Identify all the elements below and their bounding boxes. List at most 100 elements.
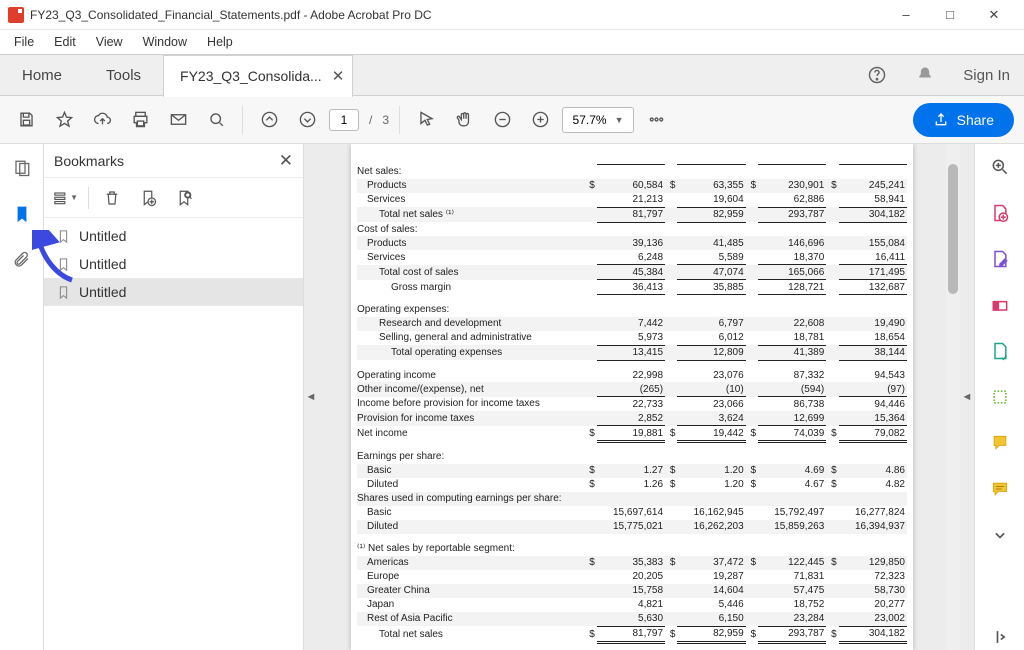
table-row: Services21,21319,60462,88658,941 — [357, 193, 907, 208]
bookmarks-close-button[interactable]: ✕ — [279, 151, 293, 171]
zoom-out-button[interactable] — [486, 104, 518, 136]
menu-edit[interactable]: Edit — [44, 32, 86, 52]
table-row: Other income/(expense), net(265)(10)(594… — [357, 382, 907, 397]
table-row: Diluted$1.26$1.20$4.67$4.82 — [357, 478, 907, 492]
tab-document-close-icon[interactable]: ✕ — [332, 67, 345, 85]
menu-view[interactable]: View — [86, 32, 133, 52]
bookmarks-toolbar: ▼ — [44, 178, 303, 218]
app-tabs: Home Tools FY23_Q3_Consolida... ✕ Sign I… — [0, 54, 1024, 96]
table-row: Selling, general and administrative5,973… — [357, 331, 907, 346]
share-button[interactable]: Share — [913, 103, 1014, 137]
table-row: Diluted15,775,02116,262,20315,859,26316,… — [357, 520, 907, 534]
financial-table: Net sales:Products$60,584$63,355$230,901… — [357, 150, 907, 644]
new-bookmark-button[interactable] — [135, 185, 161, 211]
scrollbar-thumb[interactable] — [948, 164, 958, 294]
print-button[interactable] — [124, 104, 156, 136]
page-number-input[interactable] — [329, 109, 359, 131]
table-row: Operating expenses: — [357, 303, 907, 317]
delete-bookmark-button[interactable] — [99, 185, 125, 211]
table-row: Greater China15,75814,60457,47558,730 — [357, 584, 907, 598]
left-nav-rail — [0, 144, 44, 650]
minimize-button[interactable]: – — [884, 0, 928, 30]
sign-in-button[interactable]: Sign In — [949, 67, 1024, 84]
table-row: Net sales: — [357, 165, 907, 179]
find-button[interactable] — [200, 104, 232, 136]
table-row: Gross margin36,41335,885128,721132,687 — [357, 280, 907, 295]
bookmarks-panel: Bookmarks ✕ ▼ UntitledUntitledUntitled — [44, 144, 304, 650]
right-tool-rail — [974, 144, 1024, 650]
table-row: Americas$35,383$37,472$122,445$129,850 — [357, 556, 907, 570]
table-row: Operating income22,99823,07687,33294,543 — [357, 368, 907, 382]
page-separator: / — [369, 113, 372, 127]
table-row: Provision for income taxes2,8523,62412,6… — [357, 411, 907, 426]
edit-pdf-tool-icon[interactable] — [987, 246, 1013, 272]
table-row: Products39,13641,485146,696155,084 — [357, 236, 907, 250]
comment-tool-icon[interactable] — [987, 430, 1013, 456]
menu-window[interactable]: Window — [133, 32, 197, 52]
table-row: Japan4,8215,44618,75220,277 — [357, 598, 907, 612]
more-tools-button[interactable] — [640, 104, 672, 136]
chevron-down-icon[interactable] — [987, 522, 1013, 548]
create-pdf-tool-icon[interactable] — [987, 200, 1013, 226]
bookmark-item[interactable]: Untitled — [44, 278, 303, 306]
export-pdf-tool-icon[interactable] — [987, 292, 1013, 318]
bookmark-item[interactable]: Untitled — [44, 222, 303, 250]
cloud-upload-button[interactable] — [86, 104, 118, 136]
tab-home[interactable]: Home — [0, 54, 84, 96]
search-tool-icon[interactable] — [987, 154, 1013, 180]
selection-tool-button[interactable] — [410, 104, 442, 136]
hand-tool-button[interactable] — [448, 104, 480, 136]
zoom-level-select[interactable]: 57.7%▼ — [562, 107, 634, 133]
document-viewport[interactable]: Net sales:Products$60,584$63,355$230,901… — [318, 144, 946, 650]
organize-tool-icon[interactable] — [987, 338, 1013, 364]
tab-document-label: FY23_Q3_Consolida... — [180, 68, 322, 84]
table-row: Total cost of sales45,38447,074165,06617… — [357, 265, 907, 280]
star-button[interactable] — [48, 104, 80, 136]
bookmark-item[interactable]: Untitled — [44, 250, 303, 278]
save-button[interactable] — [10, 104, 42, 136]
table-row: Total operating expenses13,41512,80941,3… — [357, 345, 907, 360]
table-row: Services6,2485,58918,37016,411 — [357, 250, 907, 265]
bookmarks-list: UntitledUntitledUntitled — [44, 218, 303, 650]
table-row: Total net sales$81,797$82,959$293,787$30… — [357, 626, 907, 642]
email-button[interactable] — [162, 104, 194, 136]
vertical-scrollbar[interactable] — [946, 144, 960, 650]
close-window-button[interactable]: ✕ — [972, 0, 1016, 30]
table-row: Basic15,697,61416,162,94515,792,49716,27… — [357, 506, 907, 520]
table-row: Products$60,584$63,355$230,901$245,241 — [357, 179, 907, 193]
zoom-in-button[interactable] — [524, 104, 556, 136]
tab-tools[interactable]: Tools — [84, 54, 163, 96]
menubar: File Edit View Window Help — [0, 30, 1024, 54]
table-row: Research and development7,4426,79722,608… — [357, 317, 907, 331]
titlebar: FY23_Q3_Consolidated_Financial_Statement… — [0, 0, 1024, 30]
thumbnails-rail-button[interactable] — [8, 154, 36, 182]
menu-help[interactable]: Help — [197, 32, 243, 52]
sticky-note-tool-icon[interactable] — [987, 476, 1013, 502]
table-row: Cost of sales: — [357, 222, 907, 236]
help-button[interactable] — [853, 65, 901, 85]
tab-document[interactable]: FY23_Q3_Consolida... ✕ — [163, 55, 353, 97]
bookmarks-rail-button[interactable] — [8, 200, 36, 228]
attachments-rail-button[interactable] — [8, 246, 36, 274]
bookmark-options-button[interactable]: ▼ — [52, 185, 78, 211]
find-bookmark-button[interactable] — [171, 185, 197, 211]
menu-file[interactable]: File — [4, 32, 44, 52]
collapse-left-button[interactable]: ◄ — [304, 144, 318, 650]
table-row: Shares used in computing earnings per sh… — [357, 492, 907, 506]
table-row: ⁽¹⁾ Net sales by reportable segment: — [357, 542, 907, 556]
maximize-button[interactable]: □ — [928, 0, 972, 30]
pdf-page: Net sales:Products$60,584$63,355$230,901… — [351, 144, 913, 650]
notifications-button[interactable] — [901, 65, 949, 85]
table-row: Total net sales ⁽¹⁾81,79782,959293,78730… — [357, 207, 907, 222]
collapse-right-button[interactable]: ◄ — [960, 144, 974, 650]
page-down-button[interactable] — [291, 104, 323, 136]
page-up-button[interactable] — [253, 104, 285, 136]
window-title: FY23_Q3_Consolidated_Financial_Statement… — [30, 8, 884, 22]
expand-rail-icon[interactable] — [987, 624, 1013, 650]
toolbar: / 3 57.7%▼ Share — [0, 96, 1024, 144]
combine-tool-icon[interactable] — [987, 384, 1013, 410]
page-total: 3 — [382, 113, 389, 127]
table-row: Income before provision for income taxes… — [357, 397, 907, 412]
app-icon — [8, 7, 24, 23]
bookmarks-title: Bookmarks — [54, 153, 124, 169]
